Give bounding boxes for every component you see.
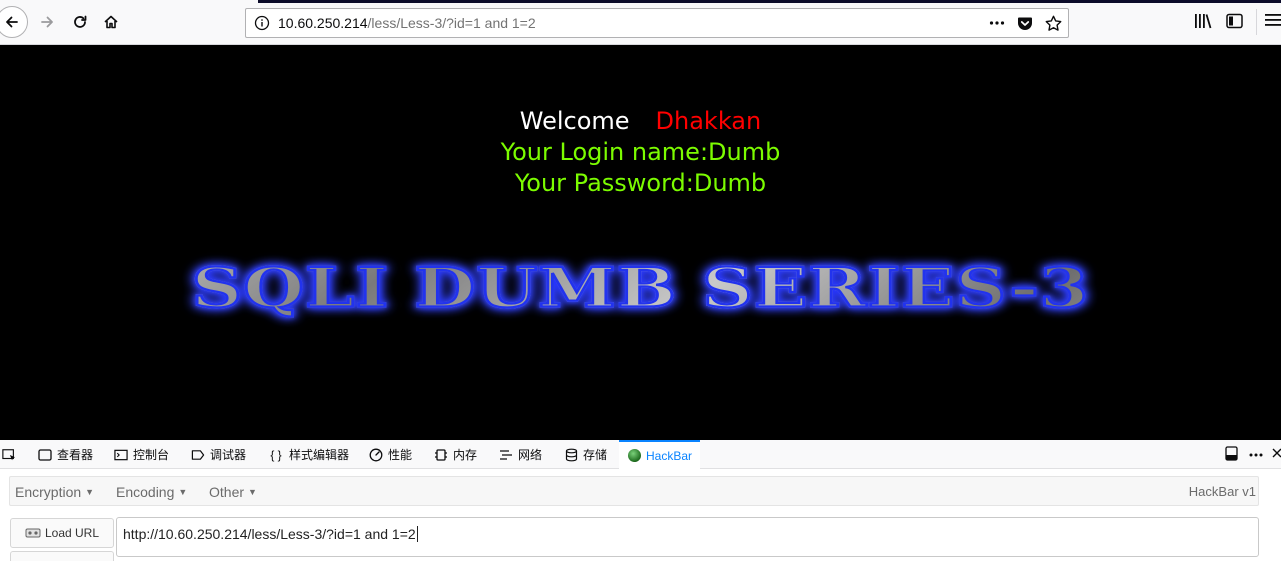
load-url-button[interactable]: Load URL	[10, 518, 114, 548]
tab-network[interactable]: 网络	[499, 440, 542, 469]
tab-inspector[interactable]: 查看器	[38, 440, 93, 469]
hackbar-icon	[627, 449, 641, 463]
forward-button[interactable]	[32, 7, 62, 37]
back-arrow-icon	[6, 16, 18, 28]
tab-debugger[interactable]: 调试器	[191, 440, 246, 469]
tab-label: 性能	[388, 448, 413, 462]
hackbar-version: HackBar v1	[1188, 484, 1256, 499]
menu-label: Encoding	[116, 484, 175, 500]
url-host: 10.60.250.214	[278, 15, 368, 31]
welcome-text: Welcome	[519, 107, 630, 135]
welcome-name: Dhakkan	[655, 107, 762, 135]
home-button[interactable]	[96, 7, 126, 37]
devtools-tabbar: 查看器 控制台 调试器 { } 样式编辑器 性能 内存 网络 存储 HackBa…	[0, 440, 1281, 469]
forward-arrow-icon	[41, 16, 53, 28]
url-path: /less/Less-3/?id=1 and 1=2	[367, 15, 536, 31]
performance-icon	[369, 448, 383, 462]
reload-button[interactable]	[65, 7, 95, 37]
login-name-line: Your Login name:Dumb	[500, 138, 781, 166]
hackbar-url-field[interactable]: http://10.60.250.214/less/Less-3/?id=1 a…	[116, 517, 1259, 557]
split-url-button[interactable]	[10, 551, 114, 561]
tab-label: 网络	[518, 448, 543, 462]
caret-down-icon: ▼	[248, 487, 257, 497]
devtools-options-icon[interactable]	[1249, 453, 1263, 457]
style-editor-icon: { }	[270, 447, 282, 462]
menu-label: Other	[209, 484, 245, 500]
home-icon	[104, 15, 118, 29]
password-line: Your Password:Dumb	[514, 169, 767, 197]
dock-side-icon[interactable]	[1225, 446, 1238, 461]
console-icon	[114, 448, 128, 462]
load-url-label: Load URL	[44, 526, 100, 540]
element-picker-button[interactable]	[2, 440, 16, 469]
page-content: Welcome Dhakkan Your Login name:Dumb Your…	[0, 45, 1281, 440]
tab-hackbar[interactable]: HackBar	[619, 440, 701, 469]
site-info-icon[interactable]	[254, 15, 270, 36]
back-button[interactable]	[0, 6, 28, 38]
encoding-menu[interactable]: Encoding ▼	[116, 484, 187, 500]
menu-label: Encryption	[15, 484, 82, 500]
sidebar-icon[interactable]	[1226, 13, 1243, 29]
encryption-menu[interactable]: Encryption ▼	[15, 484, 94, 500]
pocket-icon[interactable]	[1016, 13, 1034, 33]
element-picker-icon	[2, 448, 16, 462]
memory-icon	[434, 448, 448, 462]
hackbar-url-value: http://10.60.250.214/less/Less-3/?id=1 a…	[123, 526, 416, 542]
reload-icon	[74, 15, 87, 28]
hackbar-menubar: Encryption ▼ Encoding ▼ Other ▼ HackBar v1	[9, 476, 1259, 506]
toolbar-separator	[1256, 9, 1257, 35]
page-actions-icon[interactable]	[988, 13, 1006, 33]
tab-label: 控制台	[133, 448, 170, 462]
menu-icon[interactable]	[1265, 13, 1281, 27]
devtools-panel: 查看器 控制台 调试器 { } 样式编辑器 性能 内存 网络 存储 HackBa…	[0, 440, 1281, 561]
tab-label: 内存	[453, 448, 478, 462]
browser-toolbar: 10.60.250.214/less/Less-3/?id=1 and 1=2	[0, 0, 1281, 45]
tab-label: 查看器	[57, 448, 94, 462]
welcome-line: Welcome Dhakkan	[0, 107, 1281, 135]
tab-performance[interactable]: 性能	[369, 440, 412, 469]
tab-label: HackBar	[646, 448, 693, 463]
close-devtools-icon[interactable]	[1272, 448, 1281, 458]
tab-strip-edge	[258, 0, 1281, 3]
library-icon[interactable]	[1194, 13, 1212, 29]
tab-label: 样式编辑器	[289, 448, 350, 462]
inspector-icon	[38, 448, 52, 462]
load-url-icon	[25, 526, 41, 541]
text-cursor	[416, 526, 418, 542]
caret-down-icon: ▼	[178, 487, 188, 497]
series-banner: SQLI DUMB SERIES-3	[0, 254, 1281, 321]
bookmark-star-icon[interactable]	[1044, 13, 1062, 33]
url-bar[interactable]: 10.60.250.214/less/Less-3/?id=1 and 1=2	[245, 8, 1069, 38]
storage-icon	[564, 448, 578, 462]
hackbar-panel: Encryption ▼ Encoding ▼ Other ▼ HackBar v1 …	[0, 469, 1281, 561]
tab-memory[interactable]: 内存	[434, 440, 477, 469]
debugger-icon	[191, 448, 205, 462]
network-icon	[499, 448, 513, 462]
url-text[interactable]: 10.60.250.214/less/Less-3/?id=1 and 1=2	[278, 15, 536, 31]
tab-console[interactable]: 控制台	[114, 440, 169, 469]
caret-down-icon: ▼	[85, 487, 95, 497]
tab-storage[interactable]: 存储	[564, 440, 607, 469]
other-menu[interactable]: Other ▼	[209, 484, 257, 500]
tab-style-editor[interactable]: { } 样式编辑器	[268, 440, 349, 469]
tab-label: 调试器	[210, 448, 247, 462]
tab-label: 存储	[583, 448, 608, 462]
